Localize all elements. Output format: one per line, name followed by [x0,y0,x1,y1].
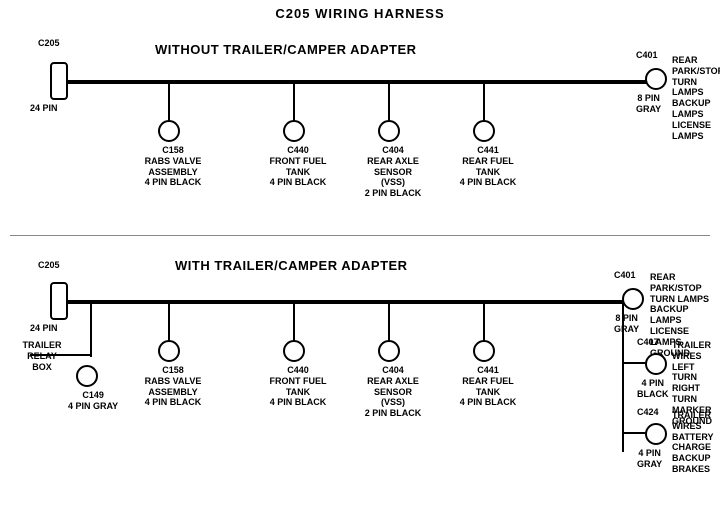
top-c441-circle [473,120,495,142]
bottom-c407-circle [645,353,667,375]
bottom-c158-circle [158,340,180,362]
bottom-c424-pin: 4 PINGRAY [637,448,662,470]
bottom-c440-circle [283,340,305,362]
bottom-c424-desc: TRAILER WIRESBATTERY CHARGEBACKUPBRAKES [672,410,720,475]
bottom-right-vline [622,302,624,452]
top-c404-label: C404REAR AXLESENSOR(VSS)2 PIN BLACK [363,145,423,199]
bottom-c158-dropline [168,302,170,342]
top-c205-id: C205 [38,38,60,49]
page-title: C205 WIRING HARNESS [0,0,720,21]
bottom-c149-label: C1494 PIN GRAY [68,390,118,412]
top-c205-pin: 24 PIN [30,103,58,114]
bottom-c404-dropline [388,302,390,342]
top-c158-dropline [168,82,170,122]
bottom-c404-label: C404REAR AXLESENSOR(VSS)2 PIN BLACK [363,365,423,419]
top-c440-dropline [293,82,295,122]
bottom-c158-label: C158RABS VALVEASSEMBLY4 PIN BLACK [143,365,203,408]
top-c404-dropline [388,82,390,122]
bottom-relay-label: TRAILERRELAYBOX [12,340,72,372]
bottom-c149-circle [76,365,98,387]
top-c401-id: C401 [636,50,658,61]
bottom-c401-pin: 8 PINGRAY [614,313,639,335]
top-c401-pin: 8 PINGRAY [636,93,661,115]
bottom-c205-id: C205 [38,260,60,271]
bottom-c404-circle [378,340,400,362]
bottom-c424-hline [622,432,647,434]
top-c441-label: C441REAR FUELTANK4 PIN BLACK [458,145,518,188]
bottom-c401-id: C401 [614,270,636,281]
top-c158-circle [158,120,180,142]
bottom-c440-label: C440FRONT FUELTANK4 PIN BLACK [268,365,328,408]
divider [10,235,710,236]
top-c441-dropline [483,82,485,122]
top-section-title: WITHOUT TRAILER/CAMPER ADAPTER [155,42,417,57]
top-c404-circle [378,120,400,142]
bottom-c424-id: C424 [637,407,659,418]
bottom-c205-rect [50,282,68,320]
top-c401-desc: REAR PARK/STOPTURN LAMPSBACKUP LAMPSLICE… [672,55,720,141]
bottom-c441-label: C441REAR FUELTANK4 PIN BLACK [458,365,518,408]
bottom-hline [65,300,635,304]
bottom-section-title: WITH TRAILER/CAMPER ADAPTER [175,258,408,273]
bottom-c401-circle [622,288,644,310]
top-c440-circle [283,120,305,142]
bottom-c407-pin: 4 PINBLACK [637,378,669,400]
bottom-c440-dropline [293,302,295,342]
bottom-relay-vline [90,302,92,357]
bottom-c407-id: C407 [637,337,659,348]
bottom-c441-dropline [483,302,485,342]
top-hline [65,80,658,84]
bottom-c424-circle [645,423,667,445]
top-c440-label: C440FRONT FUELTANK4 PIN BLACK [268,145,328,188]
diagram: C205 WIRING HARNESS WITHOUT TRAILER/CAMP… [0,0,720,490]
top-c401-circle [645,68,667,90]
bottom-c205-pin: 24 PIN [30,323,58,334]
top-c158-label: C158RABS VALVEASSEMBLY4 PIN BLACK [143,145,203,188]
top-c205-rect [50,62,68,100]
bottom-c441-circle [473,340,495,362]
bottom-c407-hline [622,362,647,364]
